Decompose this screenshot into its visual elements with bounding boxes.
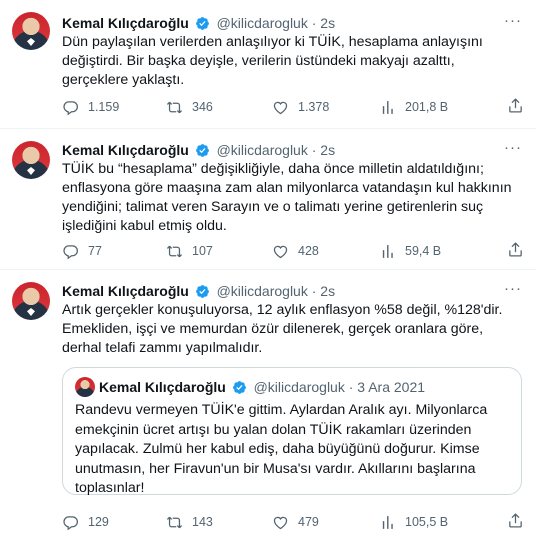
author-name[interactable]: Kemal Kılıçdaroğlu: [62, 15, 189, 31]
like-button[interactable]: 479: [272, 512, 319, 532]
tweet-header: Kemal Kılıçdaroğlu @kilicdarogluk · 2s: [62, 141, 335, 159]
more-icon[interactable]: ···: [504, 280, 522, 297]
verified-badge-icon: [195, 284, 210, 299]
retweet-button[interactable]: 107: [166, 241, 213, 261]
tweet[interactable]: Kemal Kılıçdaroğlu @kilicdarogluk · 2s ·…: [0, 0, 536, 125]
reply-icon: [62, 243, 79, 260]
author-name[interactable]: Kemal Kılıçdaroğlu: [62, 283, 189, 299]
verified-badge-icon: [195, 16, 210, 31]
author-handle[interactable]: @kilicdarogluk: [217, 142, 308, 158]
separator: ·: [348, 379, 354, 395]
tweet[interactable]: Kemal Kılıçdaroğlu @kilicdarogluk · 2s ·…: [0, 129, 536, 269]
tweet-header: Kemal Kılıçdaroğlu @kilicdarogluk · 2s: [62, 14, 335, 32]
like-count: 1.378: [298, 100, 330, 114]
views-count: 105,5 B: [405, 515, 449, 529]
author-name[interactable]: Kemal Kılıçdaroğlu: [62, 142, 189, 158]
reply-button[interactable]: 129: [62, 512, 109, 532]
reply-count: 129: [88, 515, 109, 529]
avatar[interactable]: [12, 141, 50, 179]
retweet-count: 107: [192, 244, 213, 258]
tweet-header: Kemal Kılıçdaroğlu @kilicdarogluk · 2s: [62, 282, 335, 300]
quoted-tweet-header: Kemal Kılıçdaroğlu @kilicdarogluk · 3 Ar…: [99, 378, 425, 396]
reply-count: 77: [88, 244, 102, 258]
share-icon: [507, 97, 524, 114]
like-button[interactable]: 428: [272, 241, 319, 261]
timestamp[interactable]: 2s: [320, 283, 335, 299]
reply-count: 1.159: [88, 100, 120, 114]
tweet-text: Artık gerçekler konuşuluyorsa, 12 aylık …: [62, 302, 503, 356]
retweet-icon: [166, 243, 183, 260]
views-count: 201,8 B: [405, 100, 449, 114]
views-icon: [380, 514, 397, 531]
quoted-tweet[interactable]: Kemal Kılıçdaroğlu @kilicdarogluk · 3 Ar…: [62, 367, 522, 496]
reply-icon: [62, 99, 79, 116]
share-icon: [507, 512, 524, 529]
separator: ·: [311, 283, 317, 299]
avatar[interactable]: [12, 12, 50, 50]
like-button[interactable]: 1.378: [272, 97, 329, 117]
share-button[interactable]: [507, 512, 524, 532]
retweet-icon: [166, 99, 183, 116]
like-count: 428: [298, 244, 319, 258]
timestamp[interactable]: 2s: [320, 142, 335, 158]
separator: ·: [311, 142, 317, 158]
author-handle[interactable]: @kilicdarogluk: [217, 15, 308, 31]
quoted-timestamp: 3 Ara 2021: [357, 379, 426, 395]
views-button[interactable]: 59,4 B: [380, 241, 441, 261]
separator: ·: [311, 15, 317, 31]
like-icon: [272, 514, 289, 531]
views-button[interactable]: 105,5 B: [380, 512, 448, 532]
tweet[interactable]: Kemal Kılıçdaroğlu @kilicdarogluk · 2s ·…: [0, 270, 536, 538]
reply-icon: [62, 514, 79, 531]
tweet-text: Dün paylaşılan verilerden anlaşılıyor ki…: [62, 34, 483, 88]
tweet-actions: 129 143 479 105,5 B: [62, 512, 524, 532]
retweet-count: 143: [192, 515, 213, 529]
reply-button[interactable]: 77: [62, 241, 102, 261]
share-icon: [507, 241, 524, 258]
views-count: 59,4 B: [405, 244, 442, 258]
verified-badge-icon: [232, 380, 247, 395]
more-icon[interactable]: ···: [504, 12, 522, 29]
views-icon: [380, 99, 397, 116]
share-button[interactable]: [507, 241, 524, 261]
timestamp[interactable]: 2s: [320, 15, 335, 31]
retweet-count: 346: [192, 100, 213, 114]
author-handle[interactable]: @kilicdarogluk: [217, 283, 308, 299]
views-icon: [380, 243, 397, 260]
tweet-actions: 1.159 346 1.378 201,8 B: [62, 97, 524, 117]
tweet-text: TÜİK bu “hesaplama” değişikliğiyle, daha…: [62, 161, 512, 234]
verified-badge-icon: [195, 143, 210, 158]
more-icon[interactable]: ···: [504, 139, 522, 156]
quoted-tweet-text: Randevu vermeyen TÜİK'e gittim. Aylardan…: [75, 402, 488, 496]
quoted-avatar[interactable]: [75, 377, 95, 397]
avatar[interactable]: [12, 282, 50, 320]
retweet-icon: [166, 514, 183, 531]
reply-button[interactable]: 1.159: [62, 97, 119, 117]
tweet-actions: 77 107 428 59,4 B: [62, 241, 524, 261]
like-icon: [272, 99, 289, 116]
retweet-button[interactable]: 346: [166, 97, 213, 117]
retweet-button[interactable]: 143: [166, 512, 213, 532]
views-button[interactable]: 201,8 B: [380, 97, 448, 117]
share-button[interactable]: [507, 97, 524, 117]
like-count: 479: [298, 515, 319, 529]
quoted-author-handle: @kilicdarogluk: [253, 379, 345, 395]
like-icon: [272, 243, 289, 260]
quoted-author-name: Kemal Kılıçdaroğlu: [99, 379, 226, 395]
